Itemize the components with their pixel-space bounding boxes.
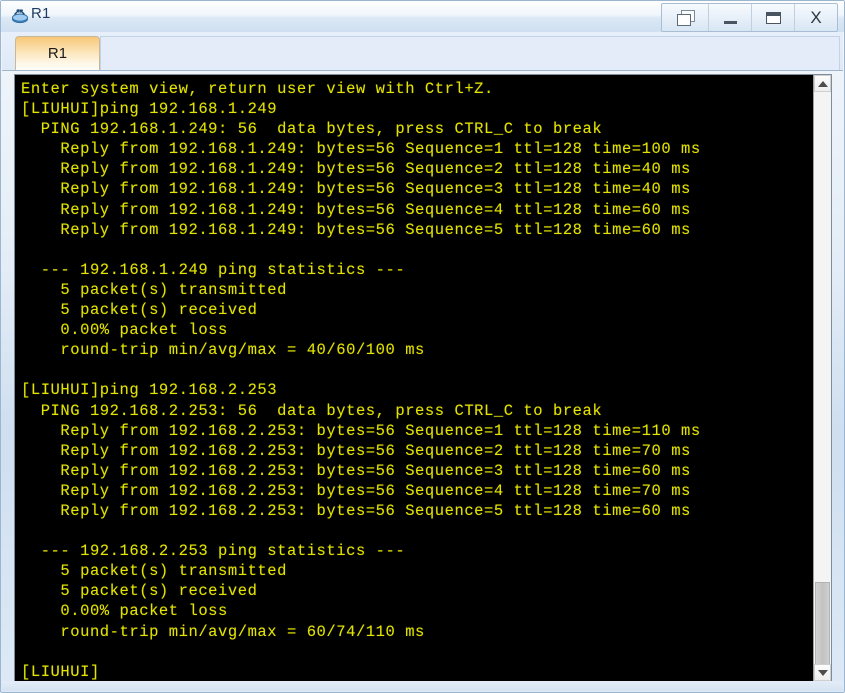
restore-window-icon [676, 10, 695, 26]
tab-strip: R1 [2, 32, 843, 71]
scrollbar-down-button[interactable] [814, 664, 831, 681]
tab-label: R1 [47, 45, 68, 62]
restore-button[interactable] [662, 4, 709, 31]
maximize-icon [765, 11, 781, 24]
chevron-down-icon [817, 669, 828, 676]
scrollbar-track[interactable] [814, 92, 831, 676]
title-bar[interactable]: R1 X [1, 1, 844, 32]
minimize-button[interactable] [709, 4, 752, 31]
tab-strip-empty-area [100, 36, 840, 70]
window-bottom-edge [2, 681, 843, 691]
window-title: R1 [31, 5, 51, 22]
tab-r1[interactable]: R1 [15, 36, 100, 70]
terminal-window: R1 X R1 Enter system view, return user v… [0, 0, 845, 693]
close-icon: X [810, 8, 822, 27]
maximize-button[interactable] [752, 4, 795, 31]
terminal-output-area[interactable]: Enter system view, return user view with… [15, 75, 813, 681]
scrollbar-thumb[interactable] [815, 582, 830, 676]
terminal-panel: Enter system view, return user view with… [14, 74, 832, 682]
terminal-text: Enter system view, return user view with… [21, 80, 701, 681]
minimize-icon [723, 20, 737, 24]
router-icon [10, 6, 30, 26]
window-controls: X [661, 3, 838, 32]
chevron-up-icon [817, 80, 828, 87]
vertical-scrollbar[interactable] [813, 75, 831, 681]
close-button[interactable]: X [795, 4, 837, 31]
scrollbar-up-button[interactable] [814, 75, 831, 92]
